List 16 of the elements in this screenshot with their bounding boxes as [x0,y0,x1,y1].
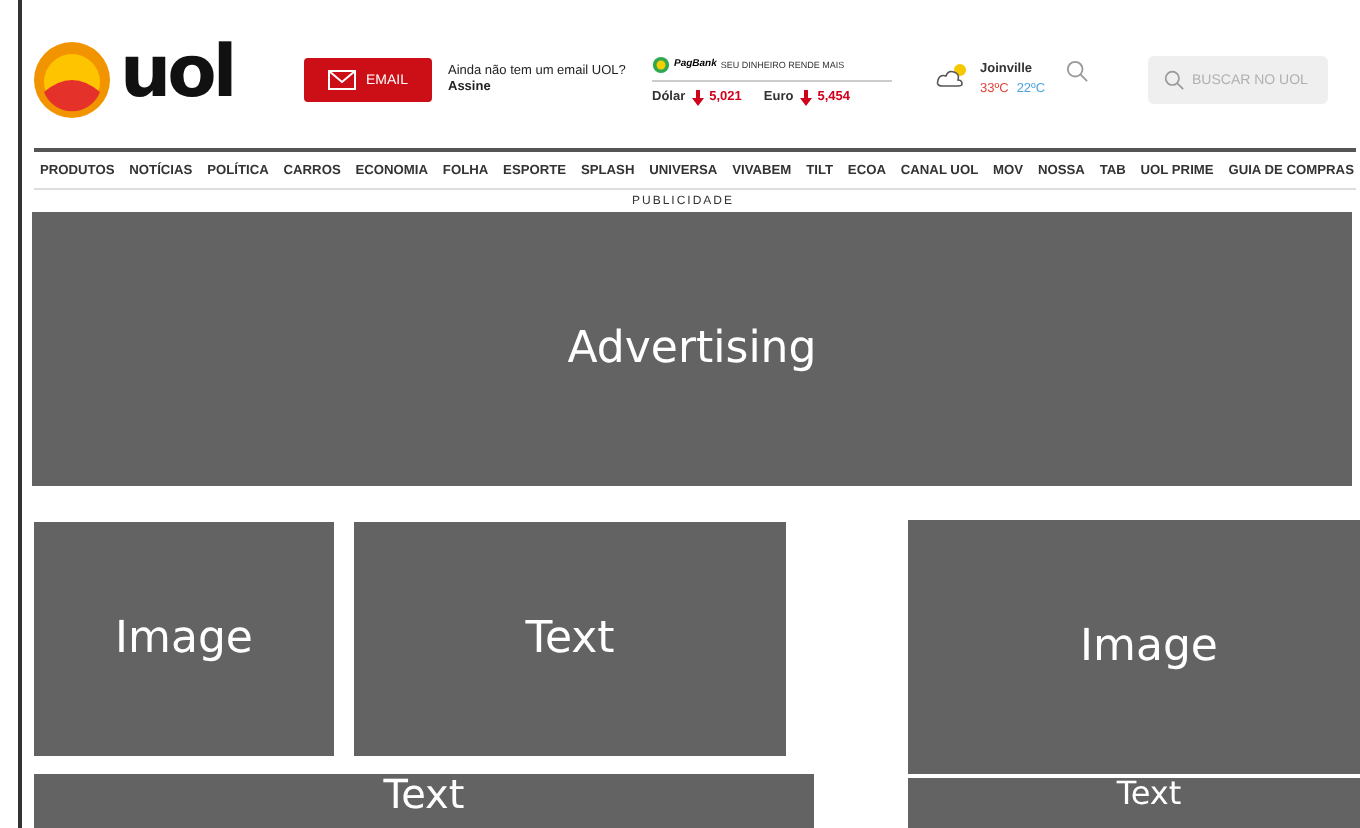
redaction-label: Text [525,614,615,664]
coin-icon [652,55,670,73]
redaction-label: Text [383,774,465,814]
envelope-icon [327,70,356,90]
redaction-label: Text [1116,778,1182,810]
logo[interactable]: uol [32,40,304,120]
search-icon [1164,70,1184,90]
down-arrow-icon [691,89,704,105]
down-arrow-icon [799,89,812,105]
logo-icon [32,40,112,120]
search-icon[interactable] [1065,60,1088,83]
redaction-label: Image [115,614,253,664]
logo-text: uol [120,38,234,110]
redaction-label: Advertising [567,324,817,374]
redaction-label: Image [1080,622,1218,672]
cloud-sun-icon [936,60,972,89]
